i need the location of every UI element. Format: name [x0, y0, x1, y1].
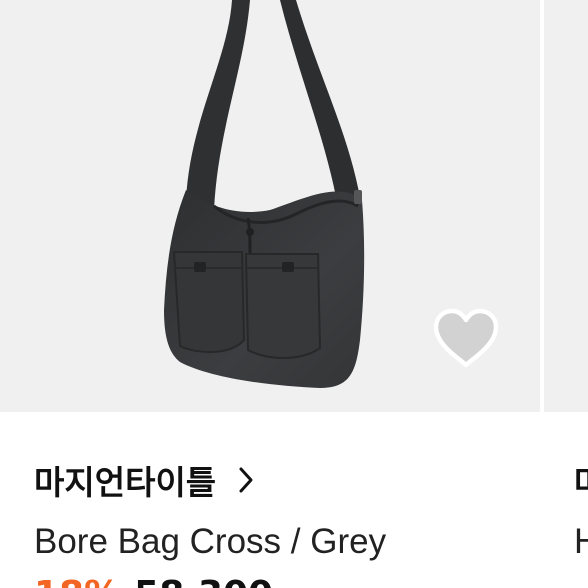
- next-brand-name: 마: [574, 456, 588, 504]
- product-card[interactable]: 마지언타이틀 Bore Bag Cross / Grey 18% 58,300: [0, 0, 540, 588]
- chevron-right-icon: [238, 466, 254, 494]
- wishlist-button[interactable]: [428, 304, 504, 374]
- product-name[interactable]: Bore Bag Cross / Grey: [34, 522, 386, 562]
- price-row: 18% 58,300: [34, 574, 273, 588]
- next-product-name: H: [574, 522, 588, 561]
- brand-name: 마지언타이틀: [34, 463, 217, 502]
- card-gap: [540, 0, 544, 412]
- brand-link[interactable]: 마지언타이틀: [34, 456, 254, 504]
- sale-price: 58,300: [134, 574, 273, 588]
- next-product-card[interactable]: 마 H: [540, 0, 588, 588]
- product-image[interactable]: [0, 0, 540, 412]
- discount-rate: 18%: [34, 574, 120, 588]
- heart-outline-icon: [433, 308, 499, 368]
- next-product-image[interactable]: [540, 0, 588, 412]
